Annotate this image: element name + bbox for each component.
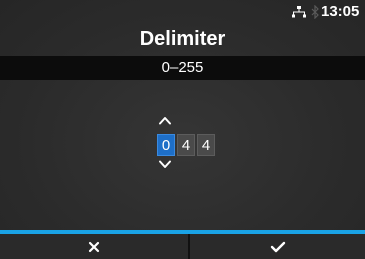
close-icon	[88, 241, 100, 252]
network-icon	[292, 6, 306, 18]
status-clock: 13:05	[321, 3, 360, 20]
digit-2[interactable]: 4	[177, 134, 195, 156]
page-title: Delimiter	[139, 28, 226, 50]
chevron-up-icon[interactable]	[158, 116, 172, 125]
bluetooth-icon	[311, 5, 319, 19]
printer-screen: 13:05 Delimiter 0–255 0 4 4	[0, 0, 365, 259]
checkmark-icon	[270, 241, 285, 252]
status-bar: 13:05	[0, 0, 365, 24]
digit-editor: 0 4 4	[157, 134, 215, 156]
value-range: 0–255	[0, 56, 365, 80]
chevron-down-icon[interactable]	[158, 160, 172, 169]
cancel-button[interactable]	[0, 234, 188, 259]
confirm-button[interactable]	[190, 234, 365, 259]
digit-1[interactable]: 0	[157, 134, 175, 156]
digit-3[interactable]: 4	[197, 134, 215, 156]
